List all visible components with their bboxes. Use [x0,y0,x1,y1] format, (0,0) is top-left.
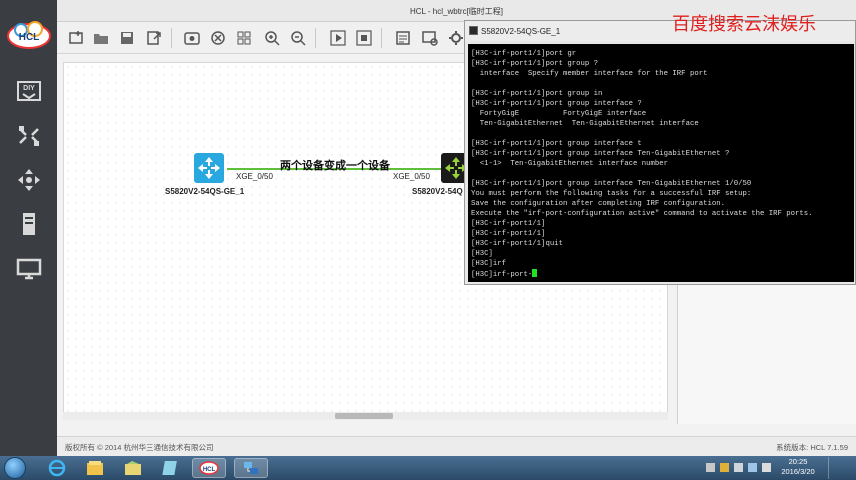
explorer-icon[interactable] [78,458,112,478]
status-bar: 版权所有 © 2014 杭州华三通信技术有限公司 系统版本: HCL 7.1.5… [57,436,856,456]
terminal-line: [H3C-irf-port1/1]port group interface Te… [471,150,730,158]
logo-text: HCL [19,32,40,43]
volume-icon[interactable] [762,463,771,472]
screenshot-icon[interactable] [183,29,201,47]
terminal-window[interactable]: S5820V2-54QS-GE_1 [H3C-irf-port1/1]port … [464,20,856,285]
router-switch-icon[interactable] [14,121,44,151]
clock-date: 2016/3/20 [781,467,815,476]
version-text: 系统版本: HCL 7.1.59 [776,443,848,452]
terminal-line: You must perform the following tasks for… [471,190,752,198]
terminal-line: [H3C-irf-port1/1]port group interface t [471,140,642,148]
terminal-line: [H3C]irf [471,260,507,268]
right-panel [677,284,856,424]
diy-icon[interactable]: DIY [14,76,44,106]
start-button[interactable] [4,457,26,479]
terminal-cursor [532,269,538,277]
terminal-line: Save the configuration after completing … [471,200,725,208]
zoom-out-icon[interactable] [289,29,307,47]
copyright-text: 版权所有 © 2014 杭州华三通信技术有限公司 [65,443,214,452]
terminal-line: FortyGigE FortyGigE interface [471,110,647,118]
keyboard-icon[interactable] [706,463,715,472]
terminal-line: [H3C-irf-port1/1]quit [471,240,563,248]
settings-icon[interactable] [447,29,465,47]
taskbar: HCL 20:25 2016/3/20 [0,456,856,480]
monitor-icon[interactable] [14,253,44,283]
clock[interactable]: 20:25 2016/3/20 [776,457,820,477]
show-desktop-button[interactable] [828,457,854,479]
terminal-line: interface Specify member interface for t… [471,70,708,78]
ie-icon[interactable] [40,458,74,478]
hcl-logo: HCL [6,20,52,50]
files-icon[interactable] [154,458,188,478]
network-icon[interactable] [734,463,743,472]
terminal-line: [H3C-irf-port1/1] [471,220,546,228]
terminal-line: [H3C-irf-port1/1]port gr [471,50,577,58]
device-name-left: S5820V2-54QS-GE_1 [165,187,245,196]
clock-time: 20:25 [788,457,808,466]
scrollbar-thumb[interactable] [335,413,393,419]
flag-icon[interactable] [720,463,729,472]
terminal-line: [H3C] [471,250,493,258]
desktop: HCL DIY HCL - hcl_wbtrc[临时工程] 版权所有 © 201… [0,0,856,480]
terminal-line: [H3C-irf-port1/1]port group ? [471,60,598,68]
sidebar: HCL DIY [0,0,57,456]
switch-icon [198,157,220,179]
terminal-line: [H3C-irf-port1/1]port group interface ? [471,100,642,108]
watermark-text: 百度搜索云沫娱乐 [672,14,816,35]
zoom-in-icon[interactable] [263,29,281,47]
terminal-line: Execute the "irf-port-configuration acti… [471,210,813,218]
grid-icon[interactable] [235,29,253,47]
display-icon[interactable] [748,463,757,472]
terminal-icon [469,26,478,35]
terminal-line: Ten-GigabitEthernet Ten-GigabitEthernet … [471,120,699,128]
device-name-right: S5820V2-54Q [412,187,463,196]
svg-text:HCL: HCL [203,467,216,473]
folder-icon[interactable] [116,458,150,478]
stop-icon[interactable] [355,29,373,47]
network-move-icon[interactable] [14,165,44,195]
save-icon[interactable] [118,29,136,47]
terminal-title: S5820V2-54QS-GE_1 [481,27,561,36]
svg-text:DIY: DIY [23,85,35,92]
hcl-app-icon[interactable]: HCL [192,458,226,478]
terminal-console[interactable]: [H3C-irf-port1/1]port gr [H3C-irf-port1/1… [468,44,854,282]
terminal-line: [H3C-irf-port1/1]port group in [471,90,603,98]
terminal-line: [H3C-irf-port1/1] [471,230,546,238]
terminal-output: [H3C-irf-port1/1]port gr [H3C-irf-port1/1… [471,49,813,280]
new-project-icon[interactable] [67,29,85,47]
terminal-line: [H3C-irf-port1/1]port group interface Te… [471,180,752,188]
port-label-right: XGE_0/50 [393,172,430,181]
play-icon[interactable] [329,29,347,47]
topology-annotation: 两个设备变成一个设备 [280,159,390,172]
switch-device-left[interactable] [194,153,224,183]
server-icon[interactable] [14,209,44,239]
terminal-line: <1-1> Ten-GigabitEthernet interface numb… [471,160,669,168]
capture-icon[interactable] [421,29,439,47]
open-folder-icon[interactable] [92,29,110,47]
notes-icon[interactable] [394,29,412,47]
delete-icon[interactable] [209,29,227,47]
horizontal-scrollbar[interactable] [63,412,668,420]
port-label-left: XGE_0/50 [236,172,273,181]
export-icon[interactable] [145,29,163,47]
network-app-icon[interactable] [234,458,268,478]
terminal-line: [H3C]irf-port- [471,269,813,280]
